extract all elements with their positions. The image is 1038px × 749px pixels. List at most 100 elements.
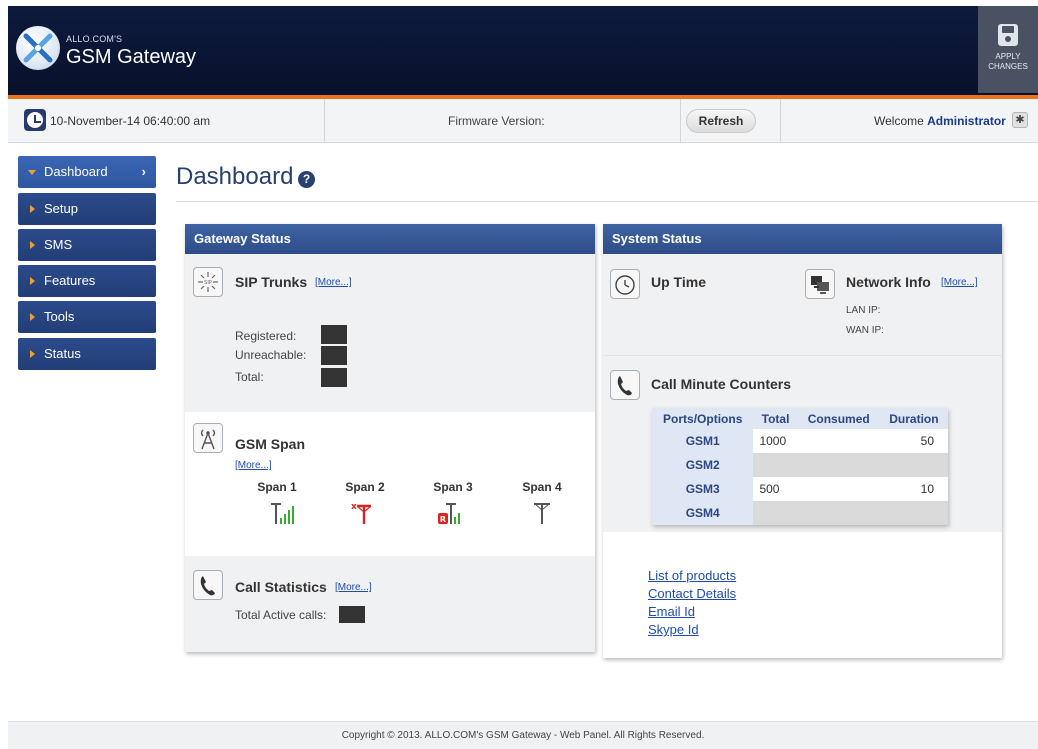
call-stats-more-link[interactable]: [More...] xyxy=(335,582,372,593)
phone-icon xyxy=(193,570,223,600)
table-row: GSM3 500 10 xyxy=(652,477,948,501)
sidebar-item-label: Setup xyxy=(44,201,78,216)
sidebar-item-dashboard[interactable]: Dashboard › xyxy=(18,156,156,188)
caret-down-icon xyxy=(28,170,36,175)
lan-ip-label: LAN IP: xyxy=(846,305,881,316)
call-minute-counters-title: Call Minute Counters xyxy=(651,376,792,392)
title-divider xyxy=(176,201,1038,202)
duration-cell xyxy=(879,501,948,525)
refresh-button[interactable]: Refresh xyxy=(686,109,756,133)
duration-cell: 10 xyxy=(879,477,948,501)
gear-icon[interactable]: ✱ xyxy=(1012,112,1028,128)
consumed-cell xyxy=(797,453,880,477)
antenna-icon xyxy=(193,423,223,453)
call-minute-table: Ports/Options Total Consumed Duration GS… xyxy=(652,408,948,525)
unreachable-value xyxy=(321,346,347,365)
app-title: GSM Gateway xyxy=(66,46,197,68)
gsm-more-link[interactable]: [More...] xyxy=(235,460,272,471)
help-icon[interactable]: ? xyxy=(298,171,315,188)
table-row: GSM4 xyxy=(652,501,948,525)
unreachable-label: Unreachable: xyxy=(235,348,307,362)
info-divider xyxy=(780,99,781,143)
duration-cell xyxy=(879,453,948,477)
apply-changes-button[interactable]: APPLY CHANGES xyxy=(978,6,1038,93)
caret-right-icon xyxy=(30,241,35,249)
total-label: Total: xyxy=(235,370,264,384)
section-divider xyxy=(603,355,1002,356)
duration-cell: 50 xyxy=(879,429,948,453)
contact-details-link[interactable]: Contact Details xyxy=(648,586,736,601)
total-cell xyxy=(753,453,798,477)
info-divider xyxy=(680,99,681,143)
wan-ip-label: WAN IP: xyxy=(846,325,884,336)
sidebar-item-features[interactable]: Features xyxy=(18,265,156,297)
sidebar-item-status[interactable]: Status xyxy=(18,338,156,370)
call-statistics-section xyxy=(185,556,595,652)
registered-value xyxy=(321,325,347,344)
sidebar-item-label: Features xyxy=(44,273,96,288)
consumed-cell xyxy=(797,501,880,525)
welcome-text: Welcome Administrator xyxy=(874,114,1006,128)
email-id-link[interactable]: Email Id xyxy=(648,604,695,619)
total-active-calls-value xyxy=(339,606,365,623)
caret-right-icon xyxy=(30,350,35,358)
signal-full-icon xyxy=(271,503,294,524)
span-2-label: Span 2 xyxy=(345,480,385,494)
total-active-calls-label: Total Active calls: xyxy=(235,608,327,622)
column-header: Ports/Options xyxy=(652,408,754,429)
apply-label-line2: CHANGES xyxy=(988,62,1028,71)
caret-right-icon xyxy=(30,313,35,321)
skype-id-link[interactable]: Skype Id xyxy=(648,622,699,637)
svg-text:SIP: SIP xyxy=(204,280,212,286)
clock-icon xyxy=(24,109,46,131)
column-header: Consumed xyxy=(797,408,880,429)
consumed-cell xyxy=(797,429,880,453)
username-link[interactable]: Administrator xyxy=(927,114,1006,128)
port-cell: GSM2 xyxy=(652,453,754,477)
sidebar-item-label: Tools xyxy=(44,309,75,324)
firmware-version-label: Firmware Version: xyxy=(448,114,545,128)
svg-text:x: x xyxy=(351,502,357,512)
welcome-prefix: Welcome xyxy=(874,114,924,128)
sip-trunks-title: SIP Trunks xyxy=(235,274,308,290)
sip-trunk-icon: SIP xyxy=(193,267,223,297)
date-time: 10-November-14 06:40:00 am xyxy=(50,114,211,128)
stopwatch-icon xyxy=(610,269,640,299)
save-icon xyxy=(998,24,1018,46)
port-cell: GSM4 xyxy=(652,501,754,525)
sidebar-item-setup[interactable]: Setup xyxy=(18,193,156,225)
span-1-label: Span 1 xyxy=(257,480,297,494)
table-header-row: Ports/Options Total Consumed Duration xyxy=(652,408,948,429)
sidebar-item-tools[interactable]: Tools xyxy=(18,301,156,333)
span-3-label: Span 3 xyxy=(433,480,473,494)
svg-text:R: R xyxy=(440,515,446,524)
total-cell xyxy=(753,501,798,525)
table-row: GSM2 xyxy=(652,453,948,477)
port-cell: GSM1 xyxy=(652,429,754,453)
sip-more-link[interactable]: [More...] xyxy=(315,277,352,288)
no-signal-icon: x xyxy=(351,502,372,524)
sidebar-item-sms[interactable]: SMS xyxy=(18,229,156,261)
list-of-products-link[interactable]: List of products xyxy=(648,568,736,583)
total-cell: 500 xyxy=(753,477,798,501)
idle-antenna-icon xyxy=(534,503,550,524)
roaming-signal-icon: R xyxy=(438,503,460,524)
call-statistics-title: Call Statistics xyxy=(235,579,327,595)
gateway-status-header: Gateway Status xyxy=(185,224,595,254)
chevron-right-icon: › xyxy=(141,164,146,179)
table-row: GSM1 1000 50 xyxy=(652,429,948,453)
caret-right-icon xyxy=(30,277,35,285)
network-computers-icon xyxy=(805,269,835,299)
network-more-link[interactable]: [More...] xyxy=(941,277,978,288)
allo-logo-icon xyxy=(16,26,60,70)
total-value xyxy=(321,368,347,387)
total-cell: 1000 xyxy=(753,429,798,453)
port-cell: GSM3 xyxy=(652,477,754,501)
column-header: Total xyxy=(753,408,798,429)
span-4-label: Span 4 xyxy=(522,480,562,494)
info-divider xyxy=(324,99,325,143)
system-status-header: System Status xyxy=(603,224,1002,254)
network-info-title: Network Info xyxy=(846,274,931,290)
brand-small-text: ALLO.COM'S xyxy=(66,34,123,44)
uptime-network-section xyxy=(603,254,1002,355)
